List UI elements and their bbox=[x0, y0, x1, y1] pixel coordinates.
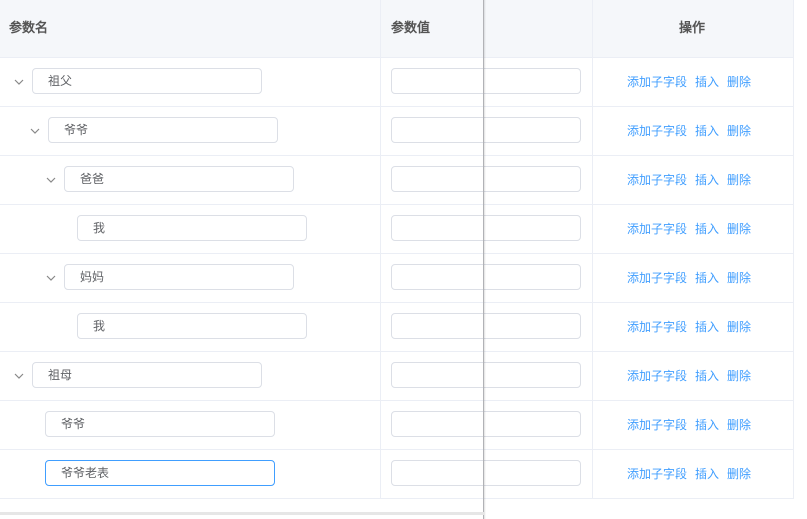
column-divider bbox=[592, 0, 593, 499]
row-actions: 添加子字段 插入 删除 bbox=[627, 205, 759, 253]
row-actions: 添加子字段 插入 删除 bbox=[627, 303, 759, 351]
insert-link[interactable]: 插入 bbox=[695, 320, 719, 334]
table-row: 爸爸 添加子字段 插入 删除 bbox=[0, 156, 793, 205]
row-actions: 添加子字段 插入 删除 bbox=[627, 156, 759, 204]
delete-link[interactable]: 删除 bbox=[727, 369, 751, 383]
add-child-link[interactable]: 添加子字段 bbox=[627, 271, 687, 285]
add-child-link[interactable]: 添加子字段 bbox=[627, 369, 687, 383]
table-row: 爷爷 添加子字段 插入 删除 bbox=[0, 107, 793, 156]
table-row: 妈妈 添加子字段 插入 删除 bbox=[0, 254, 793, 303]
param-value-input[interactable] bbox=[391, 411, 581, 437]
param-name-input[interactable]: 爷爷 bbox=[45, 411, 275, 437]
chevron-down-icon[interactable] bbox=[29, 125, 41, 137]
params-table: 参数名 参数值 操作 祖父 添加子字段 插入 删除 爷爷 添加子字段 插入 删除 爸爸 添加子字段… bbox=[0, 0, 794, 499]
insert-link[interactable]: 插入 bbox=[695, 75, 719, 89]
insert-link[interactable]: 插入 bbox=[695, 222, 719, 236]
insert-link[interactable]: 插入 bbox=[695, 271, 719, 285]
add-child-link[interactable]: 添加子字段 bbox=[627, 222, 687, 236]
param-name-input[interactable]: 妈妈 bbox=[64, 264, 294, 290]
chevron-down-icon[interactable] bbox=[13, 76, 25, 88]
insert-link[interactable]: 插入 bbox=[695, 467, 719, 481]
param-value-input[interactable] bbox=[391, 117, 581, 143]
insert-link[interactable]: 插入 bbox=[695, 124, 719, 138]
table-row: 我 添加子字段 插入 删除 bbox=[0, 303, 793, 352]
fixed-column-shadow bbox=[483, 0, 486, 519]
chevron-down-icon[interactable] bbox=[13, 370, 25, 382]
header-param-name: 参数名 bbox=[9, 21, 49, 36]
table-row: 祖母 添加子字段 插入 删除 bbox=[0, 352, 793, 401]
chevron-down-icon[interactable] bbox=[45, 272, 57, 284]
param-value-input[interactable] bbox=[391, 313, 581, 339]
insert-link[interactable]: 插入 bbox=[695, 173, 719, 187]
add-child-link[interactable]: 添加子字段 bbox=[627, 320, 687, 334]
param-name-input[interactable]: 爷爷 bbox=[48, 117, 278, 143]
row-actions: 添加子字段 插入 删除 bbox=[627, 107, 759, 155]
delete-link[interactable]: 删除 bbox=[727, 75, 751, 89]
param-name-input[interactable]: 祖母 bbox=[32, 362, 262, 388]
row-actions: 添加子字段 插入 删除 bbox=[627, 450, 759, 498]
param-name-input[interactable]: 爷爷老表 bbox=[45, 460, 275, 486]
param-value-input[interactable] bbox=[391, 215, 581, 241]
table-row: 祖父 添加子字段 插入 删除 bbox=[0, 58, 793, 107]
delete-link[interactable]: 删除 bbox=[727, 320, 751, 334]
column-divider bbox=[380, 0, 381, 499]
row-actions: 添加子字段 插入 删除 bbox=[627, 254, 759, 302]
table-row: 爷爷 添加子字段 插入 删除 bbox=[0, 401, 793, 450]
delete-link[interactable]: 删除 bbox=[727, 418, 751, 432]
insert-link[interactable]: 插入 bbox=[695, 369, 719, 383]
delete-link[interactable]: 删除 bbox=[727, 173, 751, 187]
param-value-input[interactable] bbox=[391, 166, 581, 192]
table-header: 参数名 参数值 操作 bbox=[0, 0, 793, 58]
param-name-input[interactable]: 我 bbox=[77, 215, 307, 241]
header-operations: 操作 bbox=[679, 21, 706, 36]
delete-link[interactable]: 删除 bbox=[727, 124, 751, 138]
chevron-down-icon[interactable] bbox=[45, 174, 57, 186]
param-name-input[interactable]: 爸爸 bbox=[64, 166, 294, 192]
delete-link[interactable]: 删除 bbox=[727, 467, 751, 481]
param-value-input[interactable] bbox=[391, 264, 581, 290]
table-row: 爷爷老表 添加子字段 插入 删除 bbox=[0, 450, 793, 499]
delete-link[interactable]: 删除 bbox=[727, 271, 751, 285]
add-child-link[interactable]: 添加子字段 bbox=[627, 418, 687, 432]
param-value-input[interactable] bbox=[391, 362, 581, 388]
param-value-input[interactable] bbox=[391, 460, 581, 486]
add-child-link[interactable]: 添加子字段 bbox=[627, 173, 687, 187]
add-child-link[interactable]: 添加子字段 bbox=[627, 75, 687, 89]
header-param-value: 参数值 bbox=[391, 21, 431, 36]
insert-link[interactable]: 插入 bbox=[695, 418, 719, 432]
row-actions: 添加子字段 插入 删除 bbox=[627, 401, 759, 449]
add-child-link[interactable]: 添加子字段 bbox=[627, 124, 687, 138]
table-row: 我 添加子字段 插入 删除 bbox=[0, 205, 793, 254]
param-value-input[interactable] bbox=[391, 68, 581, 94]
delete-link[interactable]: 删除 bbox=[727, 222, 751, 236]
row-actions: 添加子字段 插入 删除 bbox=[627, 58, 759, 106]
horizontal-scrollbar[interactable] bbox=[0, 512, 484, 515]
param-name-input[interactable]: 祖父 bbox=[32, 68, 262, 94]
param-name-input[interactable]: 我 bbox=[77, 313, 307, 339]
row-actions: 添加子字段 插入 删除 bbox=[627, 352, 759, 400]
add-child-link[interactable]: 添加子字段 bbox=[627, 467, 687, 481]
